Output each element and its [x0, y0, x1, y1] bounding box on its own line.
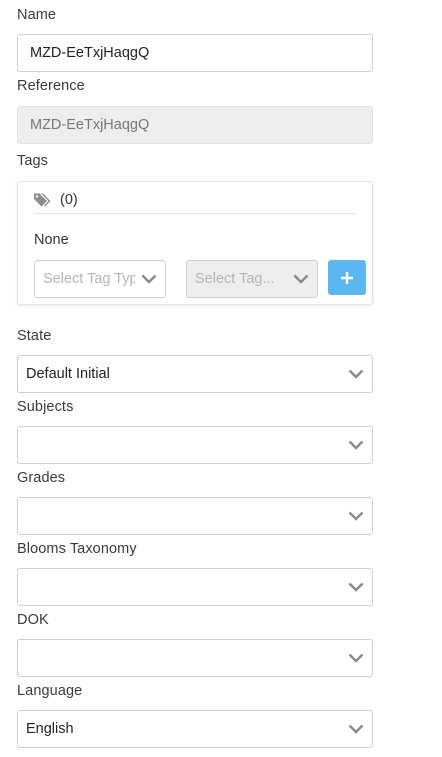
add-tag-button[interactable]: [328, 260, 366, 295]
language-select[interactable]: English: [17, 710, 373, 748]
reference-input: MZD-EeTxjHaqgQ: [17, 106, 373, 144]
chevron-down-icon: [348, 723, 364, 735]
reference-label: Reference: [17, 78, 85, 94]
tags-label: Tags: [17, 153, 49, 169]
chevron-down-icon: [293, 273, 309, 285]
plus-icon: [341, 271, 353, 284]
state-value: Default Initial: [26, 366, 110, 382]
tags-icon: [34, 192, 52, 208]
chevron-down-icon: [348, 652, 364, 664]
grades-label: Grades: [17, 470, 66, 486]
chevron-down-icon: [348, 439, 364, 451]
tags-count: (0): [60, 192, 78, 208]
blooms-taxonomy-label: Blooms Taxonomy: [17, 541, 137, 557]
language-value: English: [26, 721, 74, 737]
state-select[interactable]: Default Initial: [17, 355, 373, 393]
dok-label: DOK: [17, 612, 49, 628]
chevron-down-icon: [348, 510, 364, 522]
tag-select[interactable]: Select Tag...: [186, 260, 318, 298]
blooms-taxonomy-select[interactable]: [17, 568, 373, 606]
subjects-label: Subjects: [17, 399, 74, 415]
grades-select[interactable]: [17, 497, 373, 535]
tags-empty-text: None: [34, 232, 69, 248]
tag-type-select[interactable]: Select Tag Type: [34, 260, 166, 298]
name-label: Name: [17, 7, 57, 23]
state-label: State: [17, 328, 52, 344]
chevron-down-icon: [141, 273, 157, 285]
language-label: Language: [17, 683, 83, 699]
tag-placeholder: Select Tag...: [195, 271, 275, 287]
chevron-down-icon: [348, 581, 364, 593]
tag-type-placeholder: Select Tag Type: [43, 271, 135, 287]
tags-divider: [34, 213, 356, 214]
subjects-select[interactable]: [17, 426, 373, 464]
chevron-down-icon: [348, 368, 364, 380]
tags-header: (0): [34, 188, 78, 212]
dok-select[interactable]: [17, 639, 373, 677]
tags-panel: (0) None Select Tag Type Select Tag...: [17, 181, 373, 305]
name-input[interactable]: MZD-EeTxjHaqgQ: [17, 34, 373, 72]
